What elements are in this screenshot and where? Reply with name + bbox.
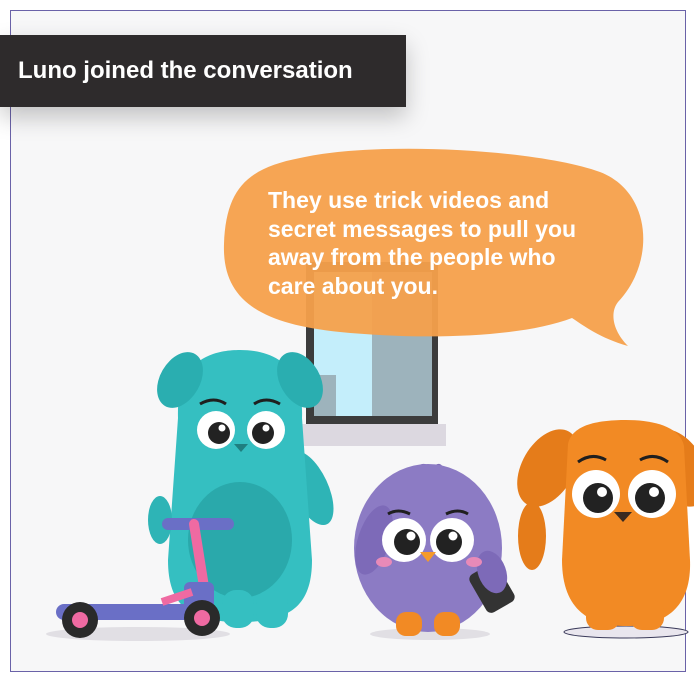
orange-dog-icon bbox=[517, 420, 694, 630]
purple-bird-icon bbox=[354, 463, 515, 636]
teal-dog-icon bbox=[148, 350, 334, 628]
speech-bubble-text: They use trick videos and secret message… bbox=[268, 187, 577, 299]
notification-banner: Luno joined the conversation bbox=[0, 35, 406, 107]
ground-shadow bbox=[563, 625, 689, 639]
banner-text: Luno joined the conversation bbox=[18, 57, 353, 84]
